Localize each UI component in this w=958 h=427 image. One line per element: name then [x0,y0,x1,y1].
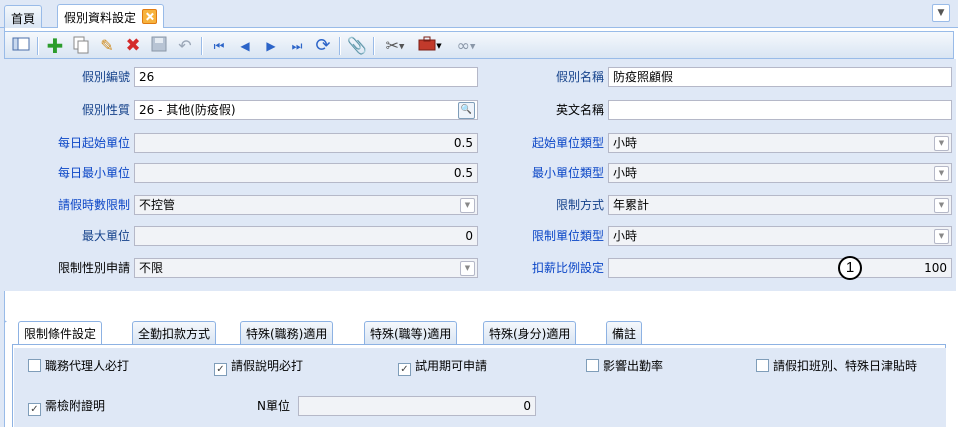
annotation-marker-1: 1 [838,256,862,280]
daily-start-unit-label[interactable]: 每日起始單位 [10,133,130,153]
refresh-icon[interactable]: ⟳ [313,36,333,56]
hours-limit-value: 不控管 [139,198,176,212]
start-unit-type-value: 小時 [613,136,638,150]
english-name-field[interactable] [608,100,952,120]
tab-special-identity[interactable]: 特殊(身分)適用 [483,321,577,344]
copy-icon[interactable] [71,36,91,56]
leave-nature-value: 26 - 其他(防疫假) [139,103,236,117]
checkbox-unchecked-icon[interactable] [28,359,41,372]
deduct-ratio-field[interactable]: 100 [608,258,952,278]
checkbox-checked-icon[interactable]: ✓ [28,403,41,416]
leave-code-field[interactable]: 26 [134,67,478,87]
daily-start-unit-field[interactable]: 0.5 [134,133,478,153]
probation-allowed-checkbox[interactable]: ✓ 試用期可申請 [398,357,488,376]
reason-required-label: 請假說明必打 [231,359,304,373]
first-icon[interactable]: ⏮ [209,36,229,56]
leave-code-label: 假別編號 [81,70,130,84]
limit-unit-type-value: 小時 [613,229,638,243]
special-deduct-checkbox[interactable]: 請假扣班別、特殊日津貼時 [756,357,946,375]
link-icon[interactable]: ∞▼ [451,36,481,56]
chevron-down-icon[interactable]: ▼ [460,261,475,276]
max-unit-label: 最大單位 [81,229,130,243]
hours-limit-select[interactable]: 不控管 ▼ [134,195,478,215]
prev-icon[interactable]: ◀ [235,36,255,56]
tab-special-grade[interactable]: 特殊(職等)適用 [364,321,458,344]
tab-leave-settings[interactable]: 假別資料設定 [57,4,165,28]
checkbox-unchecked-icon[interactable] [586,359,599,372]
proof-required-label: 需檢附證明 [45,399,106,413]
tab-menu-chevron-down-icon[interactable]: ▼ [932,4,950,22]
daily-min-unit-label[interactable]: 每日最小單位 [10,163,130,183]
toolbar: ✚ ✎ ✖ ↶ ⏮ ◀ ▶ ⏭ ⟳ 📎 ✂▼ ▼ ∞▼ [4,31,954,59]
proof-required-checkbox[interactable]: ✓ 需檢附證明 [28,397,106,416]
gender-limit-select[interactable]: 不限 ▼ [134,258,478,278]
close-icon[interactable] [142,9,158,24]
undo-icon[interactable]: ↶ [175,36,195,56]
checkbox-checked-icon[interactable]: ✓ [398,363,411,376]
limit-unit-type-label[interactable]: 限制單位類型 [480,226,604,246]
grid-icon[interactable] [11,36,31,56]
leave-name-label: 假別名稱 [555,70,604,84]
add-icon[interactable]: ✚ [45,36,65,56]
tab-bar: 首頁 假別資料設定 ▼ [0,0,958,28]
attach-icon[interactable]: 📎 [347,36,367,56]
save-icon[interactable] [149,36,169,56]
search-icon[interactable]: 🔍 [458,102,475,119]
tab-special-position[interactable]: 特殊(職務)適用 [240,321,334,344]
chevron-down-icon[interactable]: ▼ [934,229,949,244]
leave-nature-label: 假別性質 [81,103,130,117]
n-unit-field[interactable]: 0 [298,396,536,416]
chevron-down-icon[interactable]: ▼ [460,198,475,213]
checkbox-checked-icon[interactable]: ✓ [214,363,227,376]
probation-allowed-label: 試用期可申請 [415,359,488,373]
start-unit-type-label[interactable]: 起始單位類型 [480,133,604,153]
limit-method-value: 年累計 [613,198,650,212]
delete-icon[interactable]: ✖ [123,36,143,56]
next-icon[interactable]: ▶ [261,36,281,56]
limit-method-select[interactable]: 年累計 ▼ [608,195,952,215]
gender-limit-label: 限制性別申請 [57,261,130,275]
min-unit-type-select[interactable]: 小時 ▼ [608,163,952,183]
leave-nature-field[interactable]: 26 - 其他(防疫假) 🔍 [134,100,478,120]
edit-icon[interactable]: ✎ [97,36,117,56]
agent-required-checkbox[interactable]: 職務代理人必打 [28,357,129,375]
tools-icon[interactable]: ✂▼ [381,36,409,56]
tab-home-label: 首頁 [11,12,36,26]
tab-leave-settings-label: 假別資料設定 [64,11,137,25]
hours-limit-label[interactable]: 請假時數限制 [10,195,130,215]
limit-unit-type-select[interactable]: 小時 ▼ [608,226,952,246]
affects-attendance-label: 影響出勤率 [603,359,664,373]
splitter-handle[interactable]: ▸ [4,318,8,326]
checkbox-unchecked-icon[interactable] [756,359,769,372]
max-unit-field[interactable]: 0 [134,226,478,246]
daily-min-unit-field[interactable]: 0.5 [134,163,478,183]
min-unit-type-value: 小時 [613,166,638,180]
start-unit-type-select[interactable]: 小時 ▼ [608,133,952,153]
english-name-label: 英文名稱 [555,103,604,117]
affects-attendance-checkbox[interactable]: 影響出勤率 [586,357,663,375]
tab-home[interactable]: 首頁 [4,5,43,28]
toolbox-icon[interactable]: ▼ [415,36,445,56]
last-icon[interactable]: ⏭ [287,36,307,56]
leave-name-field[interactable]: 防疫照顧假 [608,67,952,87]
tab-attendance-deduction[interactable]: 全勤扣款方式 [132,321,217,344]
agent-required-label: 職務代理人必打 [45,359,130,373]
chevron-down-icon[interactable]: ▼ [934,166,949,181]
chevron-down-icon[interactable]: ▼ [934,198,949,213]
limit-method-label: 限制方式 [555,198,604,212]
n-unit-label: N單位 [257,399,290,413]
gender-limit-value: 不限 [139,261,164,275]
special-deduct-label: 請假扣班別、特殊日津貼時 [773,359,918,373]
min-unit-type-label[interactable]: 最小單位類型 [480,163,604,183]
tab-restriction-settings[interactable]: 限制條件設定 [18,321,103,344]
deduct-ratio-label[interactable]: 扣薪比例設定 [480,258,604,278]
chevron-down-icon[interactable]: ▼ [934,136,949,151]
tab-notes[interactable]: 備註 [606,321,643,344]
reason-required-checkbox[interactable]: ✓ 請假說明必打 [214,357,304,376]
